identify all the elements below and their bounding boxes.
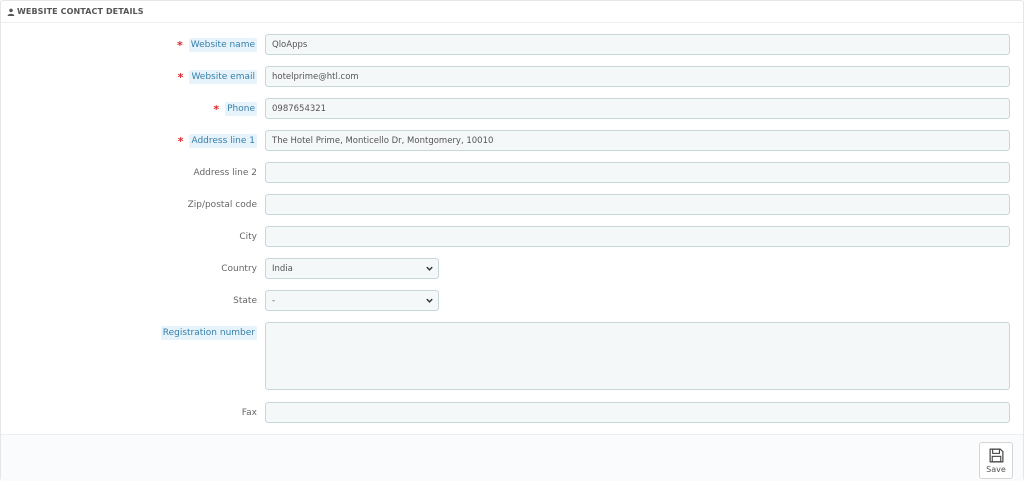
- state-label: State: [233, 295, 257, 306]
- zip-input[interactable]: [265, 194, 1010, 215]
- address-line-2-input[interactable]: [265, 162, 1010, 183]
- chevron-down-icon: [426, 298, 433, 303]
- user-icon: [7, 8, 15, 16]
- website-name-label: Website name: [188, 37, 257, 52]
- row-website-name: * Website name QloApps: [1, 34, 1023, 55]
- address-line-1-input[interactable]: The Hotel Prime, Monticello Dr, Montgome…: [265, 130, 1010, 151]
- panel-footer: Save: [1, 434, 1023, 481]
- row-registration-number: Registration number: [1, 322, 1023, 390]
- city-label: City: [239, 231, 257, 242]
- phone-input[interactable]: 0987654321: [265, 98, 1010, 119]
- row-phone: * Phone 0987654321: [1, 98, 1023, 119]
- registration-number-label: Registration number: [160, 326, 257, 340]
- address-line-2-label: Address line 2: [193, 167, 257, 178]
- city-input[interactable]: [265, 226, 1010, 247]
- website-email-input[interactable]: hotelprime@htl.com: [265, 66, 1010, 87]
- fax-label: Fax: [241, 407, 257, 418]
- row-website-email: * Website email hotelprime@htl.com: [1, 66, 1023, 87]
- required-marker: *: [176, 39, 183, 52]
- country-label: Country: [221, 263, 257, 274]
- required-marker: *: [213, 103, 220, 116]
- website-name-input[interactable]: QloApps: [265, 34, 1010, 55]
- row-address-line-1: * Address line 1 The Hotel Prime, Montic…: [1, 130, 1023, 151]
- website-email-label: Website email: [189, 69, 257, 84]
- state-select[interactable]: -: [265, 290, 439, 311]
- required-marker: *: [177, 135, 184, 148]
- save-button[interactable]: Save: [979, 442, 1013, 479]
- phone-label: Phone: [225, 101, 257, 116]
- chevron-down-icon: [426, 266, 433, 271]
- panel-heading: WEBSITE CONTACT DETAILS: [1, 1, 1023, 23]
- address-line-1-label: Address line 1: [189, 133, 257, 148]
- save-label: Save: [986, 465, 1006, 474]
- registration-number-textarea[interactable]: [265, 322, 1010, 390]
- floppy-disk-icon: [989, 448, 1003, 463]
- panel-title: WEBSITE CONTACT DETAILS: [17, 7, 144, 16]
- zip-label: Zip/postal code: [187, 199, 257, 210]
- row-zip: Zip/postal code: [1, 194, 1023, 215]
- row-state: State -: [1, 290, 1023, 311]
- required-marker: *: [177, 71, 184, 84]
- row-country: Country India: [1, 258, 1023, 279]
- fax-input[interactable]: [265, 402, 1010, 423]
- country-select[interactable]: India: [265, 258, 439, 279]
- state-selected-value: -: [272, 295, 276, 306]
- row-address-line-2: Address line 2: [1, 162, 1023, 183]
- country-selected-value: India: [272, 263, 293, 274]
- contact-details-panel: WEBSITE CONTACT DETAILS * Website name Q…: [0, 0, 1024, 481]
- row-fax: Fax: [1, 402, 1023, 423]
- row-city: City: [1, 226, 1023, 247]
